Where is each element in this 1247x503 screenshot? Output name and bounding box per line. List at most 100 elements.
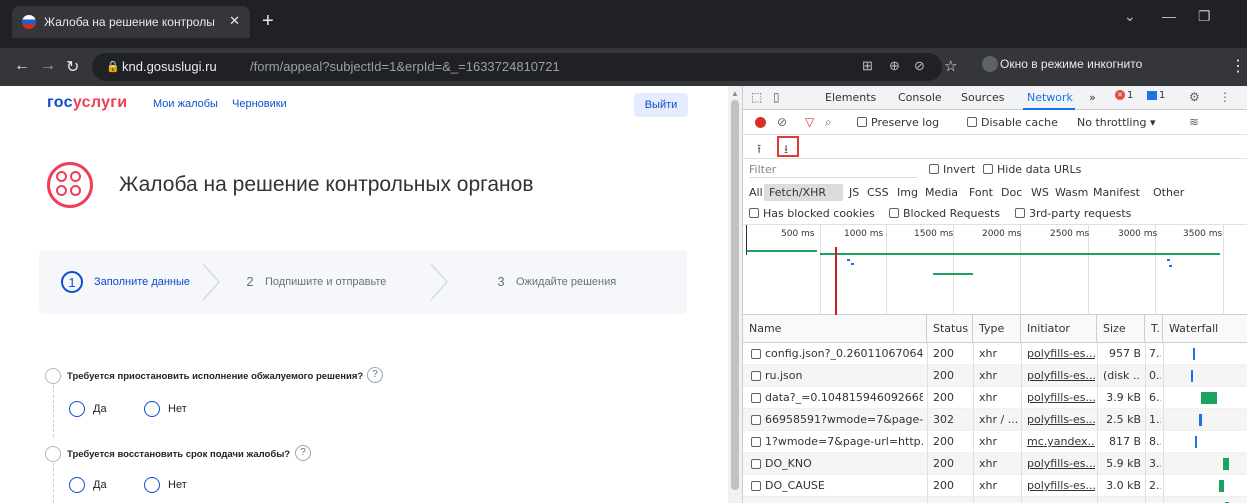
bookmark-star-icon[interactable]: ☆ (944, 57, 957, 75)
browser-tab[interactable]: Жалоба на решение контролы ✕ (12, 6, 250, 38)
col-initiator-header[interactable]: Initiator (1021, 315, 1097, 343)
new-tab-icon[interactable]: + (262, 10, 274, 33)
req-initiator[interactable]: polyfills-es... (1027, 369, 1095, 382)
type-ws[interactable]: WS (1031, 186, 1049, 199)
inspect-element-icon[interactable]: ⬚ (751, 90, 762, 104)
export-har-icon[interactable]: ⭳ (784, 140, 788, 161)
third-party-checkbox[interactable]: 3rd-party requests (1015, 207, 1131, 220)
q2-no-radio[interactable] (144, 477, 160, 493)
import-har-icon[interactable]: ⭱ (757, 140, 761, 161)
req-initiator[interactable]: polyfills-es... (1027, 413, 1095, 426)
back-icon[interactable]: ← (14, 57, 30, 75)
type-all[interactable]: All (749, 186, 763, 199)
type-media[interactable]: Media (925, 186, 958, 199)
col-size-header[interactable]: Size (1097, 315, 1145, 343)
type-img[interactable]: Img (897, 186, 918, 199)
page-scrollbar-thumb[interactable] (731, 100, 739, 490)
logout-button[interactable]: Выйти (634, 93, 688, 117)
disable-cache-label: Disable cache (981, 116, 1058, 129)
tab-search-icon[interactable]: ⌄ (1124, 8, 1136, 25)
question-1-help-icon[interactable]: ? (367, 367, 383, 383)
tab-console[interactable]: Console (898, 91, 942, 104)
forward-icon[interactable]: → (40, 57, 56, 75)
disable-cache-checkbox[interactable]: Disable cache (967, 116, 1058, 129)
scroll-up-arrow-icon[interactable]: ▲ (731, 89, 739, 98)
clear-icon[interactable]: ⊘ (777, 115, 787, 129)
url-input[interactable]: 🔒 knd.gosuslugi.ru /form/appeal?subjectI… (92, 53, 942, 81)
table-row[interactable]: 1?wmode=7&page-url=http... 200 xhr mc.yande… (743, 431, 1247, 453)
tick-line (820, 225, 821, 315)
req-initiator[interactable]: polyfills-es... (1027, 347, 1095, 360)
reload-icon[interactable]: ↻ (66, 57, 79, 77)
q2-yes-radio[interactable] (69, 477, 85, 493)
table-row[interactable]: 66958591?wmode=7&page-... 302 xhr / ... pol… (743, 409, 1247, 431)
col-name-header[interactable]: Name (743, 315, 927, 343)
hide-data-urls-checkbox[interactable]: Hide data URLs (983, 163, 1081, 176)
device-toolbar-icon[interactable]: ▯ (773, 90, 780, 104)
blocked-requests-checkbox[interactable]: Blocked Requests (889, 207, 1000, 220)
preserve-log-checkbox[interactable]: Preserve log (857, 116, 939, 129)
gosuslugi-logo[interactable]: госуслуги (47, 94, 127, 112)
more-tabs-button[interactable]: » (1089, 91, 1096, 104)
q1-yes-radio[interactable] (69, 401, 85, 417)
table-row[interactable]: ru.json 200 xhr polyfills-es... (disk ... 0.. (743, 365, 1247, 387)
type-other[interactable]: Other (1153, 186, 1184, 199)
incognito-indicator[interactable]: Окно в режиме инкогнито (982, 56, 1143, 72)
col-status-header[interactable]: Status (927, 315, 973, 343)
col-waterfall-header[interactable]: Waterfall (1163, 315, 1247, 343)
req-initiator[interactable]: polyfills-es... (1027, 479, 1095, 492)
req-name: DO_KNO (765, 457, 812, 470)
type-js[interactable]: JS (849, 186, 859, 199)
filter-icon[interactable]: ▽ (805, 115, 814, 129)
tab-network[interactable]: Network (1027, 91, 1073, 104)
col-type-header[interactable]: Type (973, 315, 1021, 343)
incognito-label: Окно в режиме инкогнито (1000, 57, 1143, 71)
tab-sources[interactable]: Sources (961, 91, 1005, 104)
lock-icon[interactable]: 🔒 (106, 60, 120, 73)
req-initiator[interactable]: mc.yandex.... (1027, 435, 1095, 448)
settings-gear-icon[interactable]: ⚙ (1189, 90, 1200, 104)
col-time-header[interactable]: T. (1145, 315, 1163, 343)
devtools-menu-icon[interactable]: ⋮ (1219, 90, 1231, 104)
type-fetch-xhr[interactable]: Fetch/XHR (769, 186, 826, 199)
question-1-toggle[interactable] (45, 368, 61, 384)
translate-icon[interactable]: ⊞ (862, 58, 873, 74)
table-row[interactable]: config.json?_0.26011067064... 200 xhr polyf… (743, 343, 1247, 365)
table-row[interactable]: DO_CAUSE 200 xhr polyfills-es... 3.0 kB 2.. (743, 475, 1247, 497)
type-manifest[interactable]: Manifest (1093, 186, 1140, 199)
table-row[interactable]: init200xhrpolyfills-es...1.3 kB1. (743, 497, 1247, 503)
minimize-icon[interactable]: — (1162, 8, 1176, 24)
record-icon[interactable] (755, 117, 766, 128)
zoom-icon[interactable]: ⊕ (889, 58, 900, 74)
req-name: 1?wmode=7&page-url=http... (765, 435, 923, 448)
network-overview-timeline[interactable]: 500 ms 1000 ms 1500 ms 2000 ms 2500 ms 3… (743, 225, 1247, 315)
req-type: xhr (979, 369, 998, 382)
filter-input[interactable]: Filter (749, 163, 917, 178)
req-initiator[interactable]: polyfills-es... (1027, 457, 1095, 470)
tab-close-icon[interactable]: ✕ (229, 13, 240, 29)
search-icon[interactable]: ⌕ (825, 115, 832, 130)
network-conditions-icon[interactable]: ≋ (1189, 115, 1199, 129)
errors-count: 1 (1127, 90, 1134, 101)
tab-elements[interactable]: Elements (825, 91, 876, 104)
req-initiator[interactable]: polyfills-es... (1027, 391, 1095, 404)
q1-no-radio[interactable] (144, 401, 160, 417)
messages-badge[interactable]: 1 (1147, 90, 1165, 101)
restore-icon[interactable]: ❐ (1198, 8, 1211, 25)
browser-menu-icon[interactable]: ⋮ (1230, 56, 1246, 76)
nav-my-complaints[interactable]: Мои жалобы (153, 98, 218, 110)
invert-checkbox[interactable]: Invert (929, 163, 975, 176)
has-blocked-cookies-checkbox[interactable]: Has blocked cookies (749, 207, 875, 220)
errors-badge[interactable]: ✕ 1 (1115, 90, 1133, 101)
throttling-select[interactable]: No throttling ▾ (1077, 116, 1155, 129)
question-2-help-icon[interactable]: ? (295, 445, 311, 461)
table-row[interactable]: data?_=0.10481594609266875 200 xhr polyfill… (743, 387, 1247, 409)
tracking-icon[interactable]: ⊘ (914, 58, 925, 74)
type-css[interactable]: CSS (867, 186, 889, 199)
nav-drafts[interactable]: Черновики (232, 98, 287, 110)
type-wasm[interactable]: Wasm (1055, 186, 1088, 199)
type-doc[interactable]: Doc (1001, 186, 1022, 199)
question-2-toggle[interactable] (45, 446, 61, 462)
type-font[interactable]: Font (969, 186, 993, 199)
table-row[interactable]: DO_KNO 200 xhr polyfills-es... 5.9 kB 3.. (743, 453, 1247, 475)
